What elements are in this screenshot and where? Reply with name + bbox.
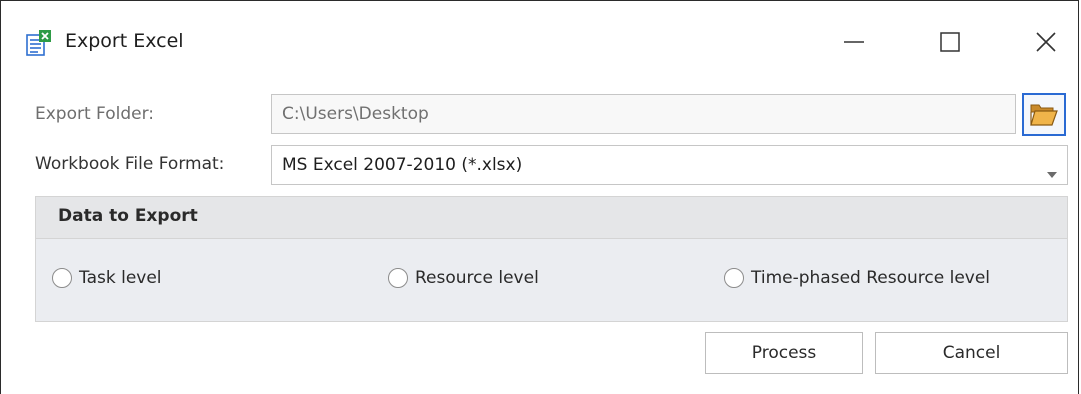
export-folder-field[interactable]: C:\Users\Desktop	[271, 94, 1016, 134]
minimize-icon	[843, 31, 865, 53]
chevron-down-icon	[1047, 163, 1057, 182]
excel-export-icon	[25, 29, 53, 57]
radio-label: Task level	[79, 268, 162, 288]
group-title: Data to Export	[58, 206, 198, 226]
window-title: Export Excel	[65, 30, 184, 52]
maximize-button[interactable]	[927, 21, 973, 63]
cancel-button[interactable]: Cancel	[875, 332, 1068, 374]
workbook-format-label: Workbook File Format:	[35, 154, 225, 174]
radio-resource-level[interactable]: Resource level	[388, 268, 539, 288]
radio-circle[interactable]	[52, 268, 72, 288]
process-button[interactable]: Process	[705, 332, 863, 374]
folder-open-icon	[1029, 99, 1059, 131]
radio-time-phased-resource-level[interactable]: Time-phased Resource level	[724, 268, 990, 288]
export-folder-label: Export Folder:	[35, 104, 155, 124]
close-icon	[1035, 31, 1057, 53]
maximize-icon	[939, 31, 961, 53]
browse-folder-button[interactable]	[1022, 93, 1066, 136]
workbook-format-dropdown[interactable]: MS Excel 2007-2010 (*.xlsx)	[271, 145, 1068, 185]
minimize-button[interactable]	[831, 21, 877, 63]
close-button[interactable]	[1023, 21, 1069, 63]
radio-label: Resource level	[415, 268, 539, 288]
radio-task-level[interactable]: Task level	[52, 268, 162, 288]
radio-label: Time-phased Resource level	[751, 268, 991, 288]
workbook-format-value: MS Excel 2007-2010 (*.xlsx)	[282, 155, 523, 175]
radio-circle[interactable]	[388, 268, 408, 288]
group-header: Data to Export	[36, 197, 1067, 239]
radio-circle[interactable]	[724, 268, 744, 288]
data-to-export-group: Data to Export Task level Resource level…	[35, 196, 1068, 322]
export-excel-dialog: Export Excel Export Folder: C:\Users\Des…	[0, 0, 1079, 394]
